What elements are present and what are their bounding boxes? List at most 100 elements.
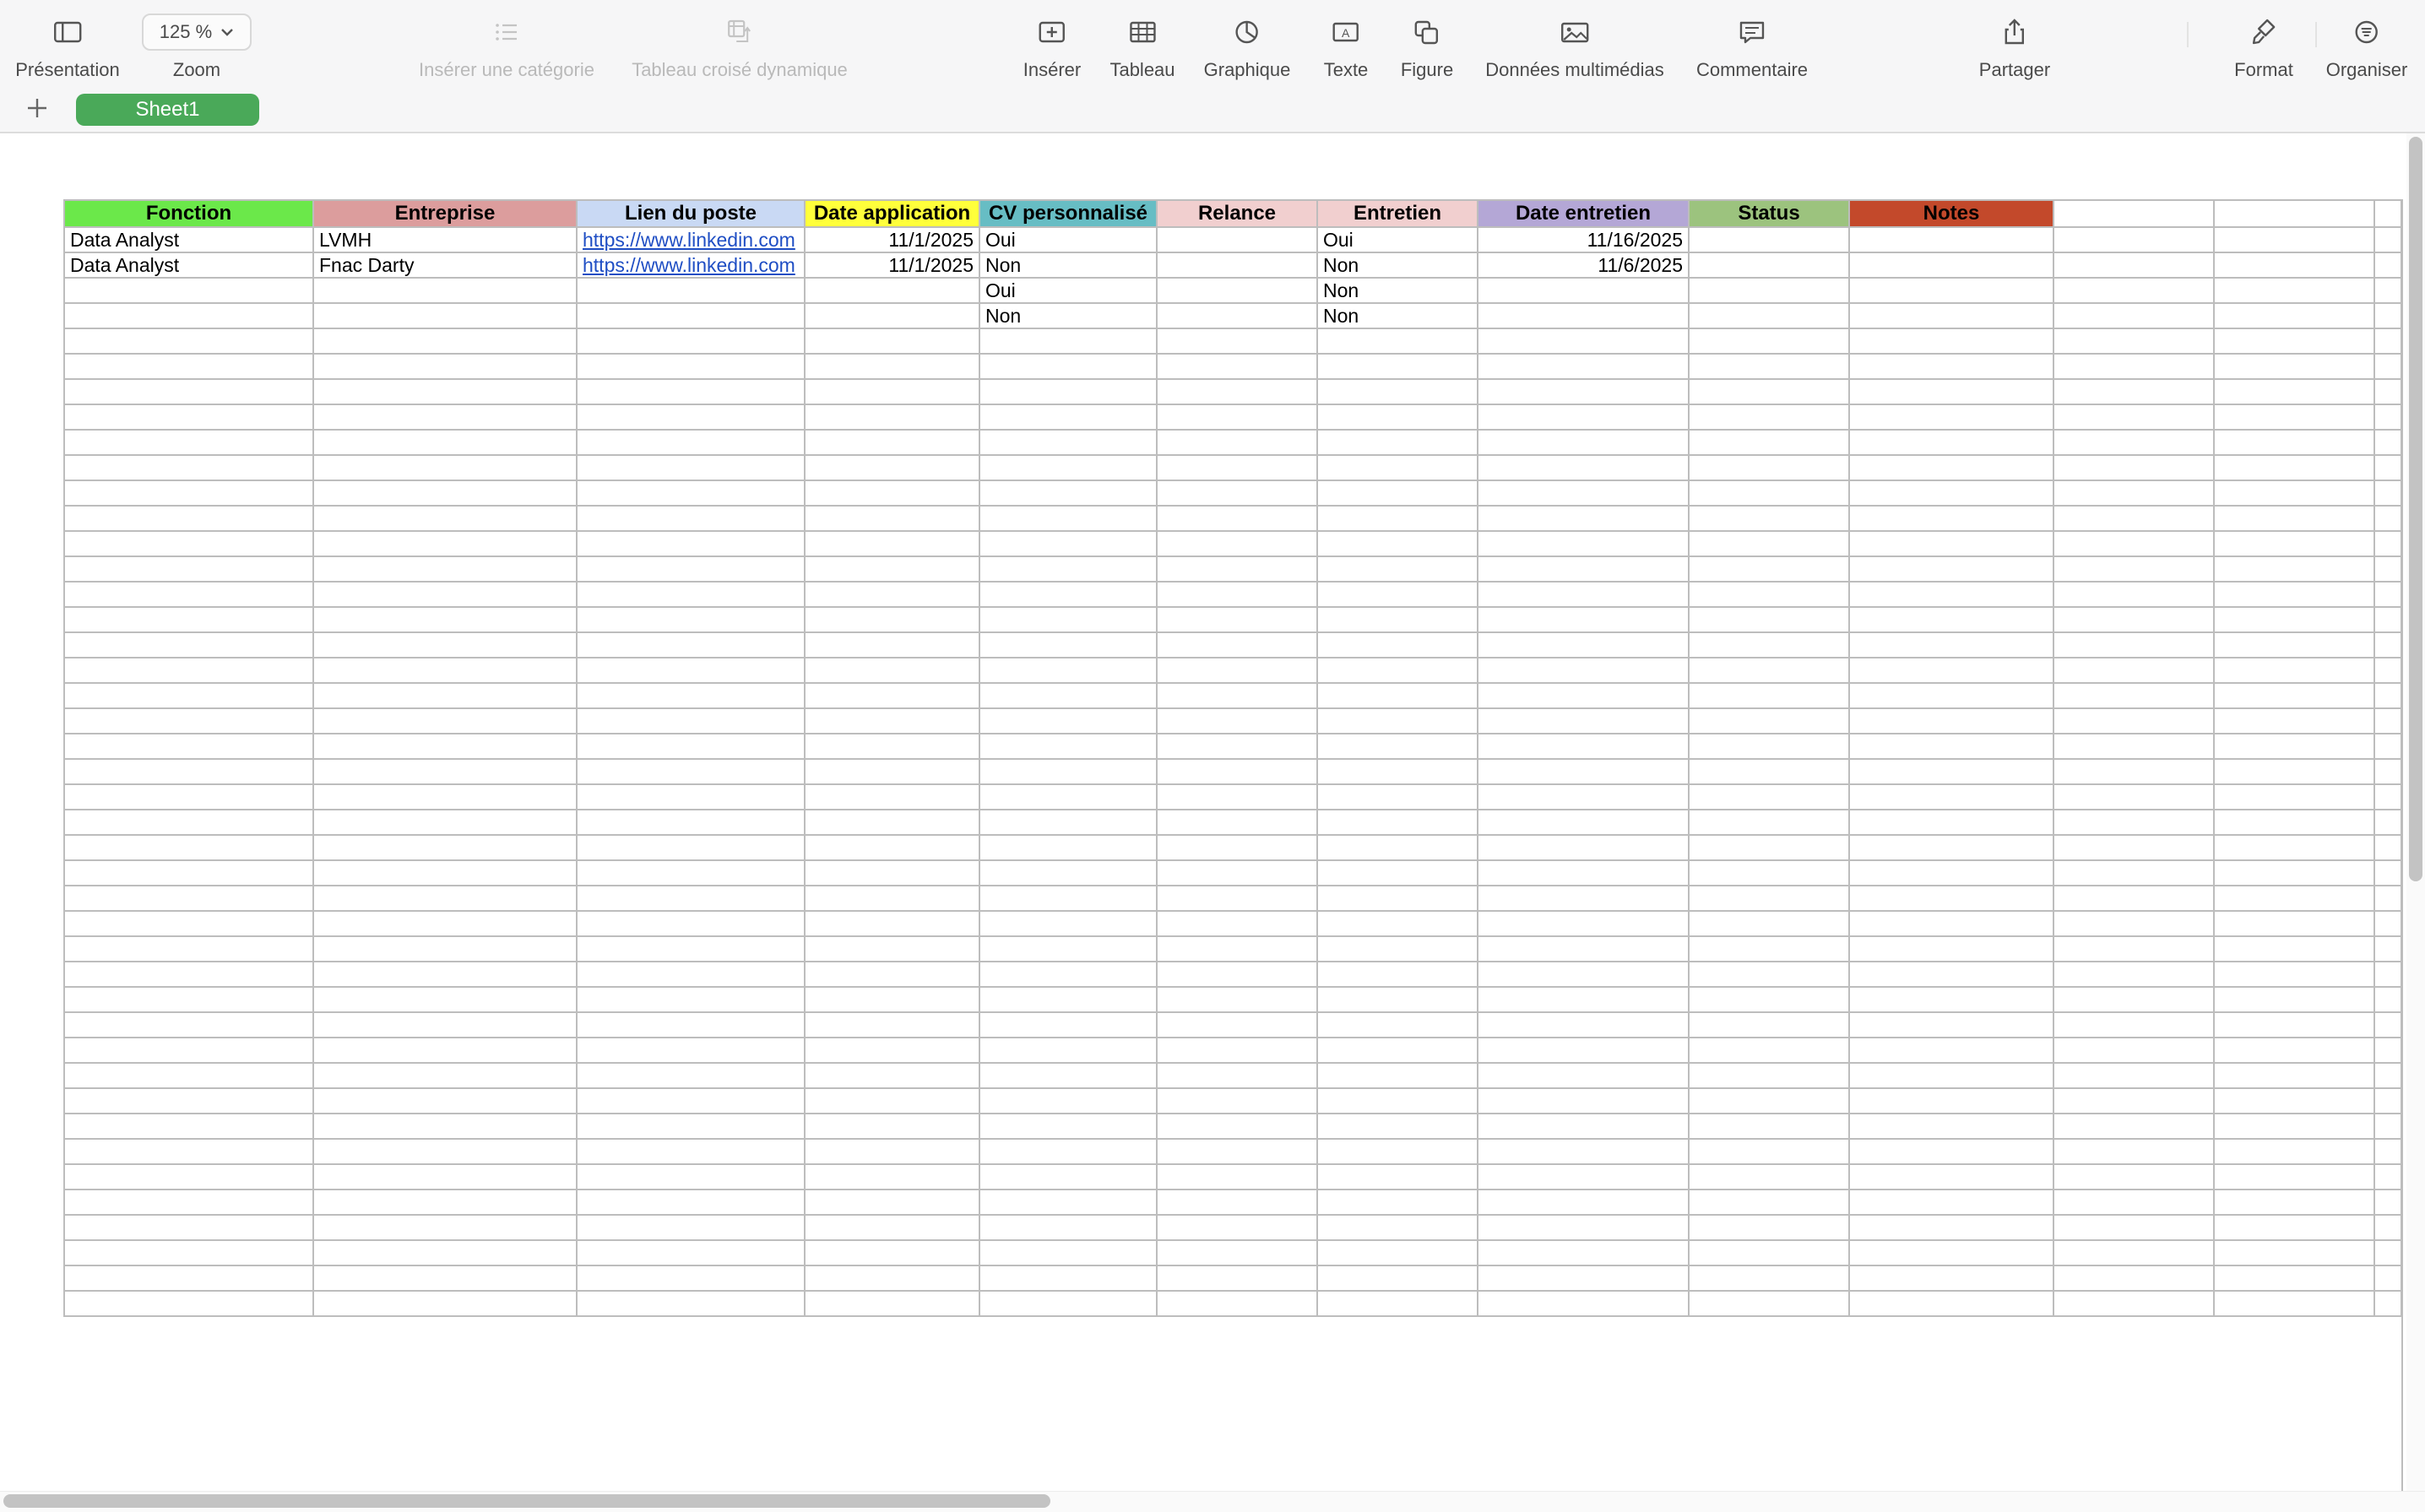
table-cell[interactable] — [1688, 581, 1850, 608]
table-cell[interactable] — [312, 454, 578, 481]
table-cell[interactable] — [2053, 809, 2215, 836]
table-cell[interactable] — [2373, 1037, 2402, 1064]
table-cell[interactable] — [1316, 910, 1478, 937]
table-cell[interactable] — [2053, 1163, 2215, 1190]
table-cell[interactable] — [1848, 961, 2054, 988]
column-header[interactable]: Relance — [1156, 199, 1318, 228]
table-cell[interactable] — [1848, 657, 2054, 684]
table-cell[interactable] — [2053, 1214, 2215, 1241]
table-cell[interactable] — [979, 1163, 1158, 1190]
table-cell[interactable] — [2053, 910, 2215, 937]
table-cell[interactable] — [2213, 1138, 2375, 1165]
table-cell[interactable] — [312, 404, 578, 431]
table-cell[interactable] — [576, 834, 806, 861]
table-cell[interactable] — [804, 1290, 980, 1317]
table-cell[interactable] — [804, 859, 980, 886]
table-cell[interactable] — [2053, 834, 2215, 861]
table-cell[interactable] — [2373, 378, 2402, 405]
table-cell[interactable] — [63, 1037, 314, 1064]
table-cell[interactable] — [1477, 1138, 1690, 1165]
table-cell[interactable] — [1688, 226, 1850, 253]
table-cell[interactable] — [2373, 1290, 2402, 1317]
table-cell[interactable] — [1688, 404, 1850, 431]
table-cell[interactable] — [312, 1037, 578, 1064]
table-cell[interactable] — [1688, 480, 1850, 507]
table-cell[interactable] — [2053, 226, 2215, 253]
table-cell[interactable] — [1156, 606, 1318, 633]
table-cell[interactable] — [1688, 302, 1850, 329]
table-cell[interactable] — [2373, 505, 2402, 532]
sheet-tab[interactable]: Sheet1 — [76, 94, 259, 126]
table-cell[interactable] — [63, 682, 314, 709]
table-cell[interactable] — [2213, 682, 2375, 709]
table-cell[interactable] — [2213, 935, 2375, 962]
table-cell[interactable] — [804, 530, 980, 557]
table-cell[interactable] — [1156, 378, 1318, 405]
table-cell[interactable] — [2213, 1037, 2375, 1064]
table-cell[interactable] — [1477, 682, 1690, 709]
table-cell[interactable] — [1477, 986, 1690, 1013]
table-cell[interactable] — [1848, 733, 2054, 760]
table-cell[interactable] — [804, 1189, 980, 1216]
table-cell[interactable] — [979, 1037, 1158, 1064]
table-cell[interactable] — [2373, 783, 2402, 810]
table-cell[interactable] — [1477, 480, 1690, 507]
table-cell[interactable] — [1848, 1239, 2054, 1266]
table-cell[interactable] — [1156, 1037, 1318, 1064]
table-cell[interactable] — [2373, 1138, 2402, 1165]
table-cell[interactable] — [979, 505, 1158, 532]
table-cell[interactable] — [2053, 1265, 2215, 1292]
table-cell[interactable] — [1316, 1087, 1478, 1114]
table-cell[interactable] — [1688, 1214, 1850, 1241]
table-cell[interactable] — [1156, 707, 1318, 734]
table-cell[interactable] — [979, 606, 1158, 633]
table-cell[interactable] — [1848, 885, 2054, 912]
table-cell[interactable] — [804, 809, 980, 836]
table-cell[interactable] — [63, 505, 314, 532]
table-cell[interactable] — [2053, 480, 2215, 507]
table-cell[interactable] — [2213, 834, 2375, 861]
table-cell[interactable] — [804, 910, 980, 937]
table-cell[interactable] — [312, 631, 578, 658]
table-cell[interactable] — [804, 1214, 980, 1241]
table-cell[interactable] — [804, 707, 980, 734]
table-cell[interactable] — [2053, 302, 2215, 329]
table-cell[interactable] — [1156, 1087, 1318, 1114]
table-cell[interactable] — [63, 834, 314, 861]
table-cell[interactable] — [804, 758, 980, 785]
table-cell[interactable] — [1316, 328, 1478, 355]
table-cell[interactable] — [2213, 631, 2375, 658]
table-cell[interactable] — [1848, 1214, 2054, 1241]
table-cell[interactable] — [1477, 885, 1690, 912]
table-cell[interactable] — [979, 910, 1158, 937]
table-cell[interactable]: Non — [1316, 252, 1478, 279]
table-cell[interactable] — [1848, 252, 2054, 279]
table-cell[interactable] — [1477, 910, 1690, 937]
table-cell[interactable] — [1316, 631, 1478, 658]
table-cell[interactable] — [312, 657, 578, 684]
table-cell[interactable] — [1848, 480, 2054, 507]
table-cell[interactable] — [63, 986, 314, 1013]
table-cell[interactable] — [1316, 429, 1478, 456]
table-cell[interactable] — [1316, 707, 1478, 734]
table-cell[interactable] — [576, 277, 806, 304]
table-cell[interactable] — [1688, 1062, 1850, 1089]
table-cell[interactable] — [979, 707, 1158, 734]
table-cell[interactable] — [1316, 454, 1478, 481]
table-cell[interactable] — [63, 1265, 314, 1292]
table-cell[interactable] — [312, 733, 578, 760]
table-cell[interactable] — [312, 1062, 578, 1089]
table-cell[interactable] — [1156, 1062, 1318, 1089]
table-cell[interactable] — [312, 1138, 578, 1165]
table-cell[interactable] — [312, 986, 578, 1013]
table-cell[interactable] — [2373, 277, 2402, 304]
table-cell[interactable]: Non — [1316, 302, 1478, 329]
table-cell[interactable] — [576, 758, 806, 785]
table-cell[interactable] — [2373, 454, 2402, 481]
table-cell[interactable] — [312, 555, 578, 583]
table-cell[interactable] — [804, 961, 980, 988]
table-cell[interactable] — [1688, 1087, 1850, 1114]
table-cell[interactable] — [1688, 986, 1850, 1013]
sheet-canvas[interactable]: Fonction Entreprise Lien du poste Date appl… — [0, 133, 2406, 1491]
table-cell[interactable] — [1156, 657, 1318, 684]
